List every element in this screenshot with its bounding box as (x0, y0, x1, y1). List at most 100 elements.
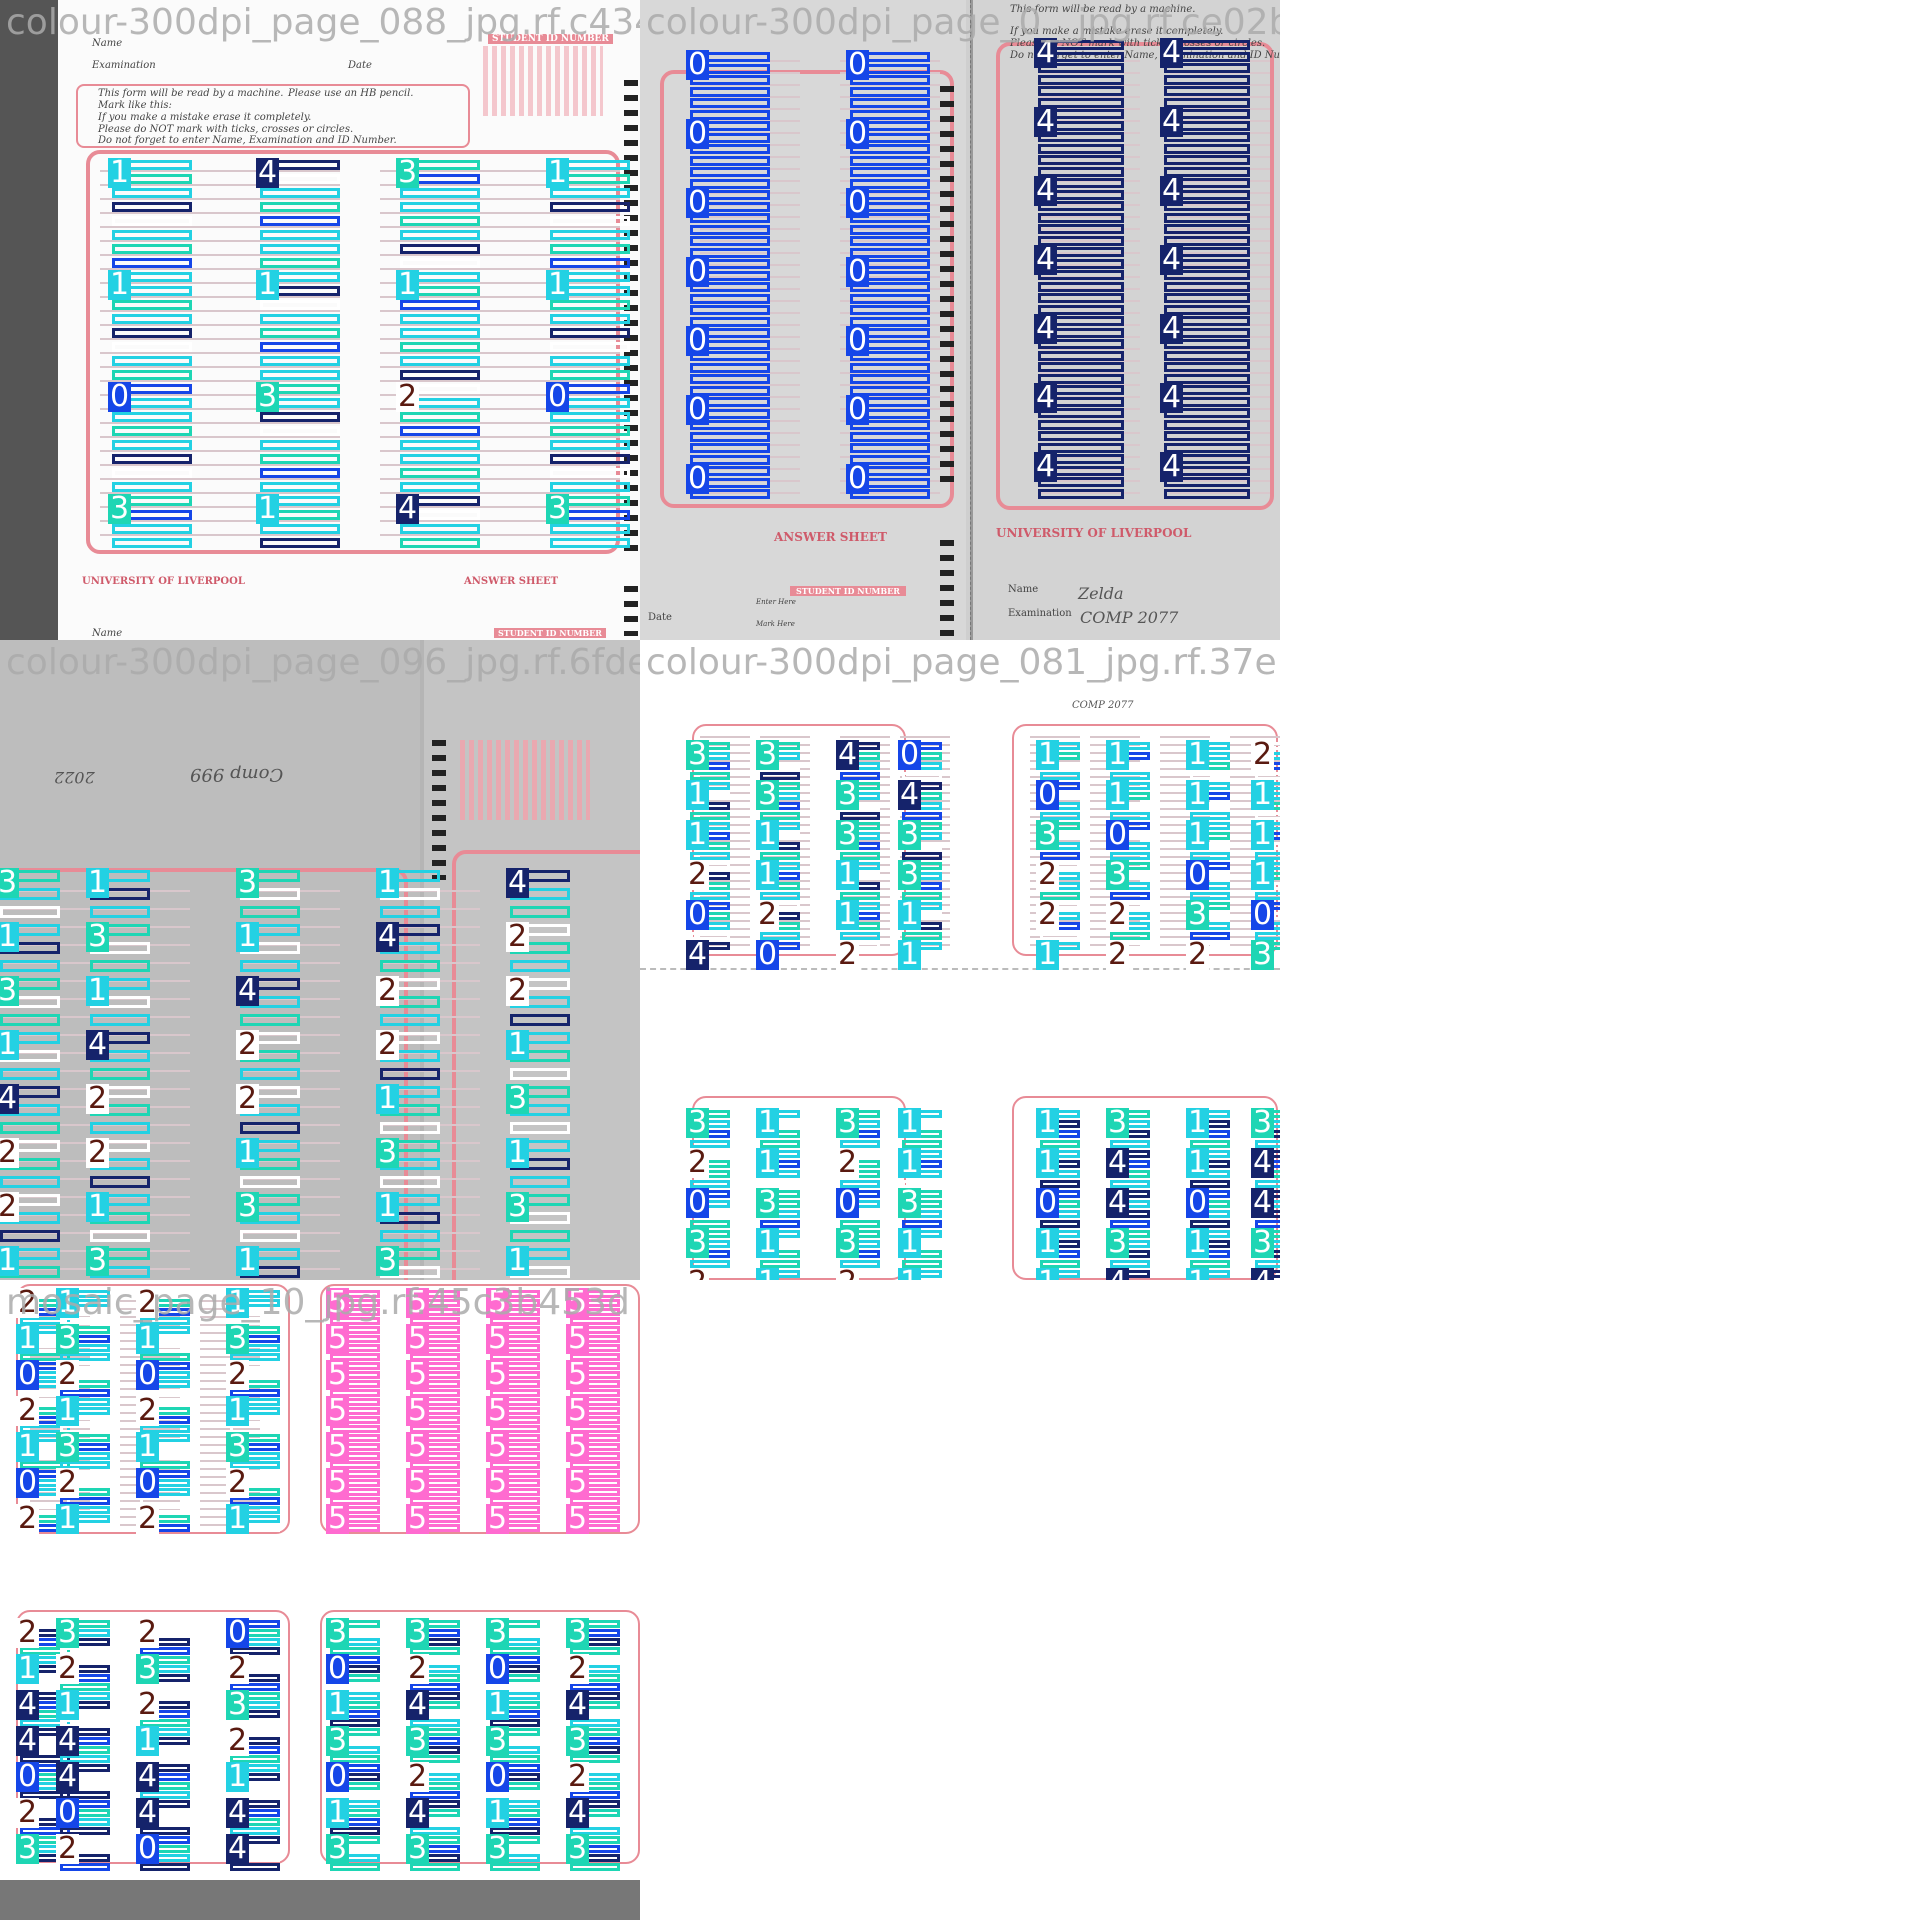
answer-row (380, 478, 500, 480)
bottom-student-id: STUDENT ID NUMBER (494, 628, 606, 638)
class-label: 0 (686, 392, 710, 427)
detection-box (400, 230, 480, 240)
detection-box (690, 362, 770, 373)
class-label: 5 (566, 1429, 590, 1464)
detection-box (1038, 86, 1124, 96)
class-label: 5 (566, 1465, 590, 1500)
detection-box (380, 1176, 440, 1188)
detection-box (550, 356, 630, 366)
detection-box (112, 314, 192, 324)
class-label: 3 (756, 1185, 780, 1220)
detection-box (1164, 155, 1250, 165)
detection-box (112, 426, 192, 436)
class-label: 5 (406, 1285, 430, 1320)
class-label: 2 (686, 1268, 710, 1280)
examination-label-2: Examination (1008, 608, 1072, 619)
class-label: 3 (486, 1615, 510, 1650)
class-label: 0 (686, 323, 710, 358)
class-label: 1 (86, 1189, 110, 1224)
name-label-2: Name (1008, 584, 1039, 595)
class-label: 2 (136, 1285, 160, 1320)
class-label: 2 (376, 1027, 400, 1062)
class-label: 0 (836, 1185, 860, 1220)
class-label: 4 (406, 1795, 430, 1830)
class-label: 0 (56, 1795, 80, 1830)
class-label: 1 (86, 973, 110, 1008)
answer-row (220, 324, 340, 326)
answer-row (500, 338, 620, 340)
class-label: 2 (86, 1081, 110, 1116)
class-label: 3 (326, 1615, 350, 1650)
class-label: 2 (686, 857, 710, 892)
class-label: 3 (686, 1225, 710, 1260)
answer-row (100, 450, 220, 452)
detection-box (510, 906, 570, 918)
answer-row (380, 534, 500, 536)
class-label: 0 (846, 461, 870, 496)
class-label: 5 (326, 1429, 350, 1464)
class-label: 5 (566, 1357, 590, 1392)
class-label: 3 (108, 491, 132, 526)
sheet-divider (640, 968, 1280, 986)
answer-row (500, 450, 620, 452)
class-label: 0 (756, 937, 780, 972)
detection-box (240, 1176, 300, 1188)
detection-box (112, 342, 192, 352)
class-label: 2 (16, 1393, 40, 1428)
detection-box (90, 960, 150, 972)
timing-marks-b (940, 540, 954, 636)
answer-row (220, 184, 340, 186)
detection-box (1038, 350, 1124, 361)
detection-box (112, 454, 192, 464)
answer-row (500, 534, 620, 536)
answer-row (500, 464, 620, 466)
class-label: 1 (898, 1145, 922, 1180)
detection-box (260, 328, 340, 338)
detection-box (510, 1122, 570, 1134)
detection-box (90, 906, 150, 918)
detection-box (550, 440, 630, 450)
class-label: 4 (16, 1687, 40, 1722)
detection-box (112, 216, 192, 226)
class-label: 1 (56, 1393, 80, 1428)
class-label: 2 (236, 1081, 260, 1116)
detection-box (240, 1230, 300, 1242)
answer-row (220, 492, 340, 494)
class-label: 0 (108, 379, 132, 414)
class-label: 3 (236, 1189, 260, 1224)
answer-row (380, 338, 500, 340)
class-label: 0 (226, 1615, 250, 1650)
class-label: 0 (846, 254, 870, 289)
instruction-4: If you make a mistake erase it completel… (98, 112, 312, 123)
class-label: 2 (836, 937, 860, 972)
instruction-2: Please use an HB pencil. (288, 88, 414, 99)
class-label: 1 (396, 267, 420, 302)
answer-row (500, 254, 620, 256)
class-label: 2 (396, 379, 420, 414)
detection-box (690, 305, 770, 315)
class-label: 3 (326, 1723, 350, 1758)
class-label: 1 (0, 1246, 20, 1276)
class-label: 0 (546, 379, 570, 414)
detection-box (380, 1068, 440, 1080)
detection-box (240, 1068, 300, 1080)
class-label: 3 (686, 737, 710, 772)
instruction-3: Mark like this: (98, 100, 172, 111)
class-label: 0 (686, 254, 710, 289)
detection-box (550, 314, 630, 324)
class-label: 4 (686, 937, 710, 972)
footer-university: UNIVERSITY OF LIVERPOOL (82, 576, 245, 587)
class-label: 4 (506, 865, 530, 900)
class-label: 1 (16, 1651, 40, 1686)
answer-row (100, 226, 220, 228)
detection-box (400, 216, 480, 226)
answer-row (380, 464, 500, 466)
class-label: 2 (1036, 897, 1060, 932)
detection-box (0, 1230, 60, 1242)
class-label: 2 (56, 1465, 80, 1500)
class-label: 0 (686, 1185, 710, 1220)
instruction-a: This form will be read by a machine. (1010, 4, 1196, 15)
answer-row (380, 352, 500, 354)
class-label: 1 (506, 1243, 530, 1278)
detection-box (690, 431, 770, 442)
